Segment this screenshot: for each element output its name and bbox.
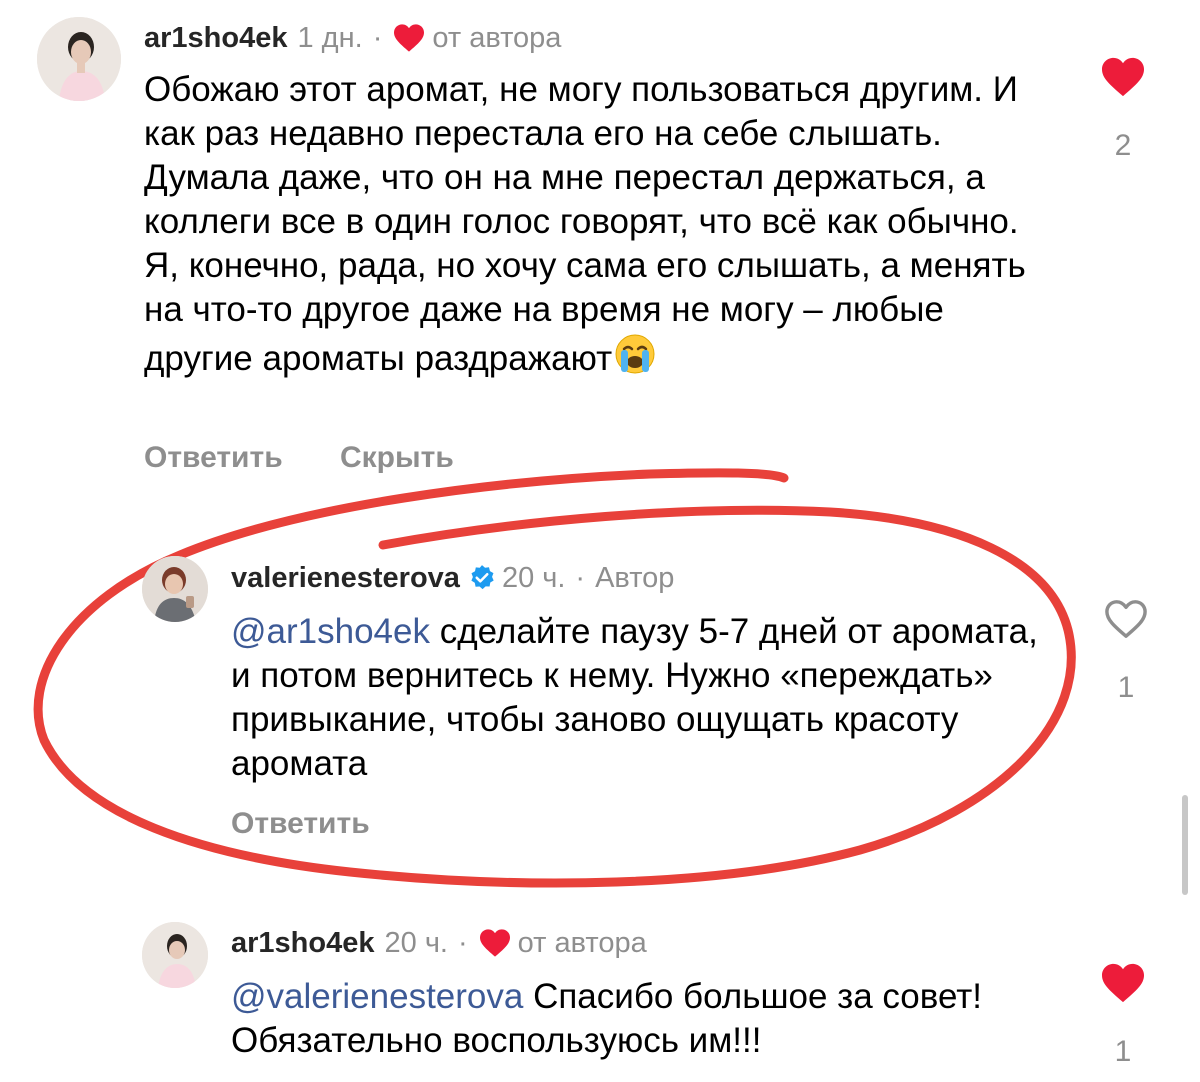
author-liked-label: от автора	[517, 927, 647, 959]
mention-link[interactable]: @ar1sho4ek	[231, 612, 430, 651]
like-control: 1	[1096, 598, 1156, 705]
like-count: 2	[1114, 129, 1132, 162]
reply-button[interactable]: Ответить	[144, 438, 283, 478]
username[interactable]: ar1sho4ek	[231, 923, 375, 963]
comment-text: @ar1sho4ek сделайте паузу 5-7 дней от ар…	[231, 610, 1051, 786]
timestamp: 1 дн.	[297, 22, 363, 54]
like-count: 1	[1117, 671, 1135, 704]
comment-text: Обожаю этот аромат, не могу пользоваться…	[144, 68, 1044, 387]
author-liked-label: от автора	[432, 22, 562, 54]
comment-header: ar1sho4ek 1 дн. · от автора	[144, 18, 561, 58]
username[interactable]: ar1sho4ek	[144, 18, 288, 58]
separator: ·	[372, 22, 383, 54]
timestamp: 20 ч.	[501, 562, 566, 594]
comment-header: valerienesterova 20 ч. · Автор	[231, 558, 674, 598]
hide-button[interactable]: Скрыть	[340, 438, 454, 478]
avatar[interactable]	[142, 556, 208, 622]
avatar-photo	[37, 17, 121, 101]
crying-emoji	[612, 332, 658, 387]
heart-filled-icon	[478, 928, 512, 958]
timestamp: 20 ч.	[384, 927, 448, 959]
scrollbar[interactable]	[1182, 795, 1188, 895]
reply-button[interactable]: Ответить	[231, 804, 370, 844]
heart-filled-icon	[392, 23, 426, 53]
verified-badge-icon	[468, 564, 496, 592]
username[interactable]: valerienesterova	[231, 558, 460, 598]
separator: ·	[457, 927, 468, 959]
author-label: Автор	[595, 562, 675, 594]
heart-filled-icon[interactable]	[1100, 962, 1146, 1009]
comment-body: Обожаю этот аромат, не могу пользоваться…	[144, 70, 1036, 378]
heart-outline-icon[interactable]	[1103, 598, 1149, 645]
avatar-photo	[142, 922, 208, 988]
heart-filled-icon[interactable]	[1100, 56, 1146, 103]
comment-header: ar1sho4ek 20 ч. · от автора	[231, 923, 647, 963]
like-control: 2	[1093, 56, 1153, 163]
avatar[interactable]	[142, 922, 208, 988]
avatar[interactable]	[37, 17, 121, 101]
like-control: 1	[1093, 962, 1153, 1069]
mention-link[interactable]: @valerienesterova	[231, 977, 523, 1016]
avatar-photo	[142, 556, 208, 622]
comment-text: @valerienesterova Спасибо большое за сов…	[231, 975, 1051, 1063]
like-count: 1	[1114, 1035, 1132, 1068]
separator: ·	[575, 562, 586, 594]
